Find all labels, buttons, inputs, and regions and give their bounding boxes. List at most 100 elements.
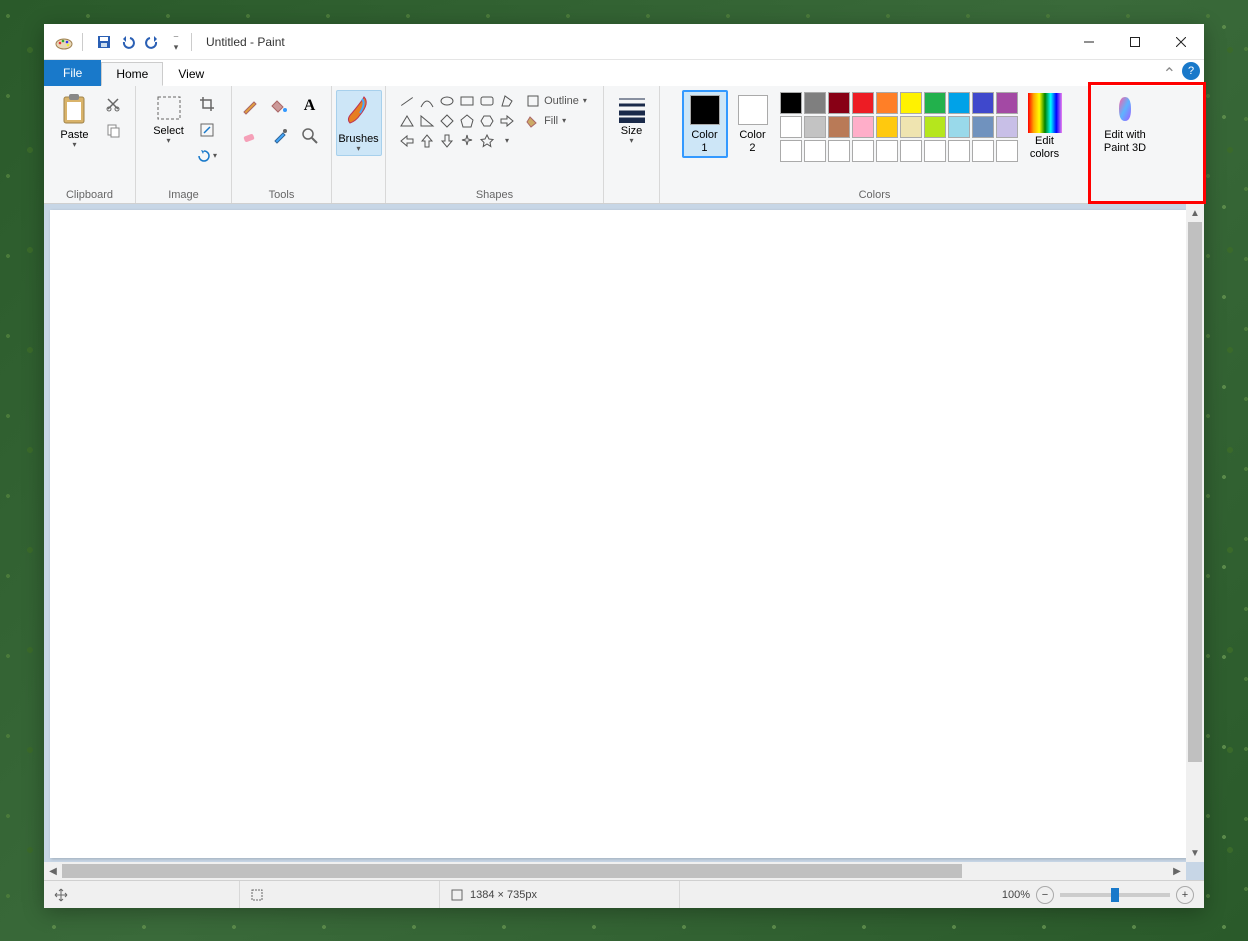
color-swatch[interactable] — [876, 92, 898, 114]
color-swatch[interactable] — [900, 140, 922, 162]
color-swatch[interactable] — [876, 116, 898, 138]
shape-star5[interactable] — [478, 132, 496, 150]
shape-triangle[interactable] — [398, 112, 416, 130]
undo-button[interactable] — [117, 31, 139, 53]
shape-curve[interactable] — [418, 92, 436, 110]
collapse-ribbon-icon[interactable]: ⌃ — [1163, 64, 1176, 84]
color-swatch[interactable] — [804, 116, 826, 138]
tab-home[interactable]: Home — [101, 62, 163, 86]
shape-fill-button[interactable]: Fill ▾ — [522, 112, 591, 130]
canvas[interactable] — [50, 210, 1186, 858]
shape-diamond[interactable] — [438, 112, 456, 130]
color1-button[interactable]: Color 1 — [682, 90, 728, 158]
shape-oval[interactable] — [438, 92, 456, 110]
paste-button[interactable]: Paste▾ — [53, 90, 97, 152]
shape-line[interactable] — [398, 92, 416, 110]
color-swatch[interactable] — [852, 92, 874, 114]
shape-rect[interactable] — [458, 92, 476, 110]
group-label-shapes: Shapes — [390, 185, 599, 203]
statusbar: 1384 × 735px 100% − + — [44, 880, 1204, 908]
shape-polygon[interactable] — [498, 92, 516, 110]
color-swatch[interactable] — [780, 140, 802, 162]
color-swatch[interactable] — [852, 140, 874, 162]
rotate-button[interactable]: ▾ — [195, 144, 219, 168]
color2-button[interactable]: Color 2 — [730, 90, 776, 158]
group-label-tools: Tools — [236, 185, 327, 203]
eraser-tool[interactable] — [238, 124, 262, 148]
group-label-colors: Colors — [664, 185, 1085, 203]
horizontal-scrollbar[interactable]: ◀ ▶ — [44, 862, 1186, 880]
color-picker-tool[interactable] — [268, 124, 292, 148]
zoom-in-button[interactable]: + — [1176, 886, 1194, 904]
color-swatch[interactable] — [804, 140, 826, 162]
color-swatch[interactable] — [948, 92, 970, 114]
help-icon[interactable]: ? — [1182, 62, 1200, 80]
pencil-tool[interactable] — [238, 94, 262, 118]
shape-arrow-down[interactable] — [438, 132, 456, 150]
scroll-up-icon[interactable]: ▲ — [1186, 204, 1204, 222]
color-swatch[interactable] — [780, 92, 802, 114]
tab-view[interactable]: View — [163, 62, 219, 86]
shape-roundrect[interactable] — [478, 92, 496, 110]
scroll-right-icon[interactable]: ▶ — [1168, 862, 1186, 880]
redo-button[interactable] — [141, 31, 163, 53]
crop-button[interactable] — [195, 92, 219, 116]
color-swatch[interactable] — [900, 92, 922, 114]
tab-file[interactable]: File — [44, 60, 101, 86]
color-swatch[interactable] — [828, 116, 850, 138]
scroll-down-icon[interactable]: ▼ — [1186, 844, 1204, 862]
close-button[interactable] — [1158, 26, 1204, 58]
save-button[interactable] — [93, 31, 115, 53]
copy-button[interactable] — [101, 118, 125, 142]
color-swatch[interactable] — [996, 92, 1018, 114]
color-swatch[interactable] — [996, 140, 1018, 162]
app-icon — [50, 28, 78, 56]
fill-tool[interactable] — [268, 94, 292, 118]
scroll-left-icon[interactable]: ◀ — [44, 862, 62, 880]
qat-customize[interactable]: ⎯▾ — [165, 31, 187, 53]
zoom-label: 100% — [1002, 889, 1030, 901]
resize-button[interactable] — [195, 118, 219, 142]
color-swatch[interactable] — [780, 116, 802, 138]
shape-pentagon[interactable] — [458, 112, 476, 130]
color-swatch[interactable] — [828, 92, 850, 114]
zoom-slider[interactable] — [1060, 893, 1170, 897]
color-swatch[interactable] — [972, 140, 994, 162]
minimize-button[interactable] — [1066, 26, 1112, 58]
color-swatch[interactable] — [996, 116, 1018, 138]
edit-colors-button[interactable]: Edit colors — [1022, 90, 1068, 164]
color-swatch[interactable] — [924, 116, 946, 138]
magnifier-tool[interactable] — [298, 124, 322, 148]
maximize-button[interactable] — [1112, 26, 1158, 58]
color-swatch[interactable] — [876, 140, 898, 162]
color-swatch[interactable] — [900, 116, 922, 138]
vertical-scrollbar[interactable]: ▲ ▼ — [1186, 204, 1204, 862]
color-palette[interactable] — [778, 90, 1020, 164]
size-button[interactable]: Size▾ — [610, 90, 654, 148]
text-tool[interactable]: A — [298, 94, 322, 118]
shape-arrow-up[interactable] — [418, 132, 436, 150]
color-swatch[interactable] — [948, 140, 970, 162]
shape-outline-button[interactable]: Outline ▾ — [522, 92, 591, 110]
shape-hexagon[interactable] — [478, 112, 496, 130]
select-button[interactable]: Select▾ — [147, 90, 191, 148]
color-swatch[interactable] — [924, 140, 946, 162]
brushes-button[interactable]: Brushes▾ — [336, 90, 382, 156]
shape-arrow-left[interactable] — [398, 132, 416, 150]
color-swatch[interactable] — [852, 116, 874, 138]
status-canvas-size: 1384 × 735px — [440, 881, 680, 908]
color-swatch[interactable] — [948, 116, 970, 138]
zoom-out-button[interactable]: − — [1036, 886, 1054, 904]
color-swatch[interactable] — [828, 140, 850, 162]
shape-star4[interactable] — [458, 132, 476, 150]
shape-more[interactable]: ▾ — [498, 132, 516, 150]
color-swatch[interactable] — [972, 116, 994, 138]
cut-button[interactable] — [101, 92, 125, 116]
color-swatch[interactable] — [972, 92, 994, 114]
color-swatch[interactable] — [804, 92, 826, 114]
color-swatch[interactable] — [924, 92, 946, 114]
edit-with-paint3d-button[interactable]: Edit with Paint 3D — [1094, 90, 1156, 158]
shape-right-triangle[interactable] — [418, 112, 436, 130]
shapes-gallery[interactable]: ▾ — [396, 90, 518, 152]
shape-arrow-right[interactable] — [498, 112, 516, 130]
